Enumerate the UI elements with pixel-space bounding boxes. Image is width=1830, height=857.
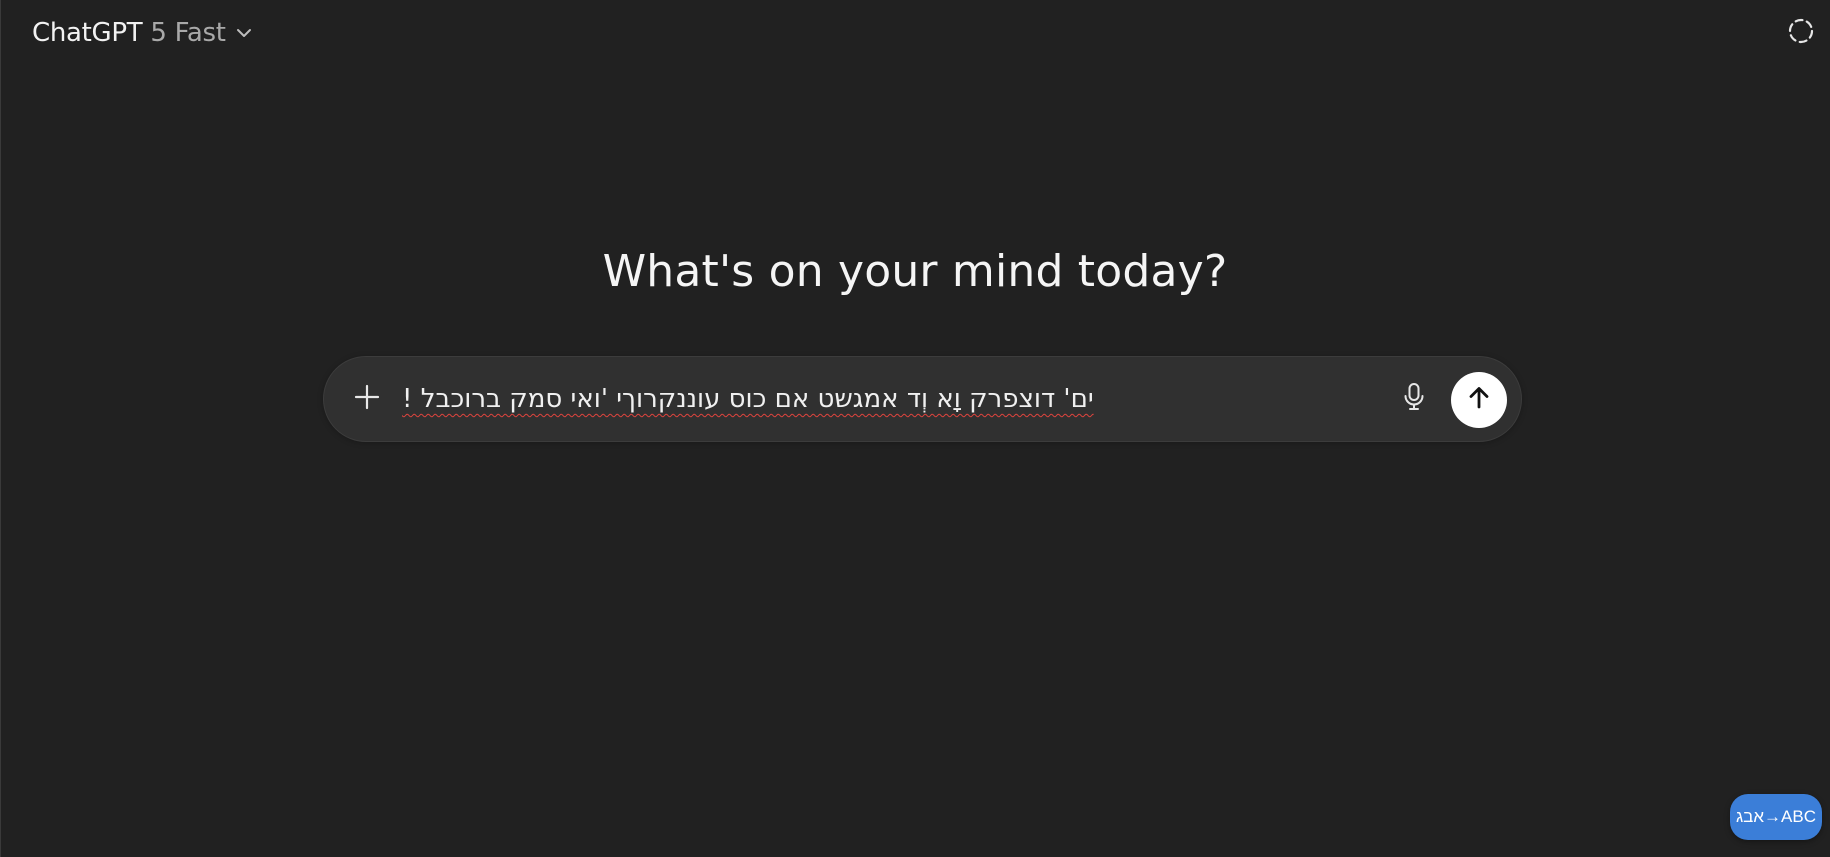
add-attachment-button[interactable] bbox=[346, 378, 388, 420]
dashed-circle-icon bbox=[1787, 17, 1815, 49]
arrow-up-icon bbox=[1466, 385, 1492, 415]
model-switcher-button[interactable]: ChatGPT 5 Fast bbox=[22, 14, 262, 52]
microphone-icon bbox=[1402, 382, 1426, 416]
send-button[interactable] bbox=[1451, 372, 1507, 428]
transliterate-button[interactable]: אבג→ABC bbox=[1730, 794, 1822, 840]
plus-icon bbox=[354, 384, 380, 414]
prompt-composer: ים' דוצפרק וָא וְד אמגשט אם כוס עוננקרוך… bbox=[323, 356, 1522, 442]
transliterate-label: אבג→ABC bbox=[1735, 807, 1816, 826]
chevron-down-icon bbox=[236, 28, 252, 38]
model-name-label: ChatGPT bbox=[32, 18, 143, 48]
window-edge-divider bbox=[0, 0, 1, 857]
model-variant-label: 5 Fast bbox=[150, 18, 226, 48]
temporary-chat-button[interactable] bbox=[1782, 14, 1820, 52]
page-title: What's on your mind today? bbox=[602, 246, 1228, 297]
prompt-input[interactable]: ים' דוצפרק וָא וְד אמגשט אם כוס עוננקרוך… bbox=[402, 377, 1322, 421]
dictate-button[interactable] bbox=[1393, 378, 1435, 420]
prompt-input-text: ים' דוצפרק וָא וְד אמגשט אם כוס עוננקרוך… bbox=[402, 384, 1094, 414]
chat-page: ChatGPT 5 Fast What's on your mind today… bbox=[0, 0, 1830, 857]
